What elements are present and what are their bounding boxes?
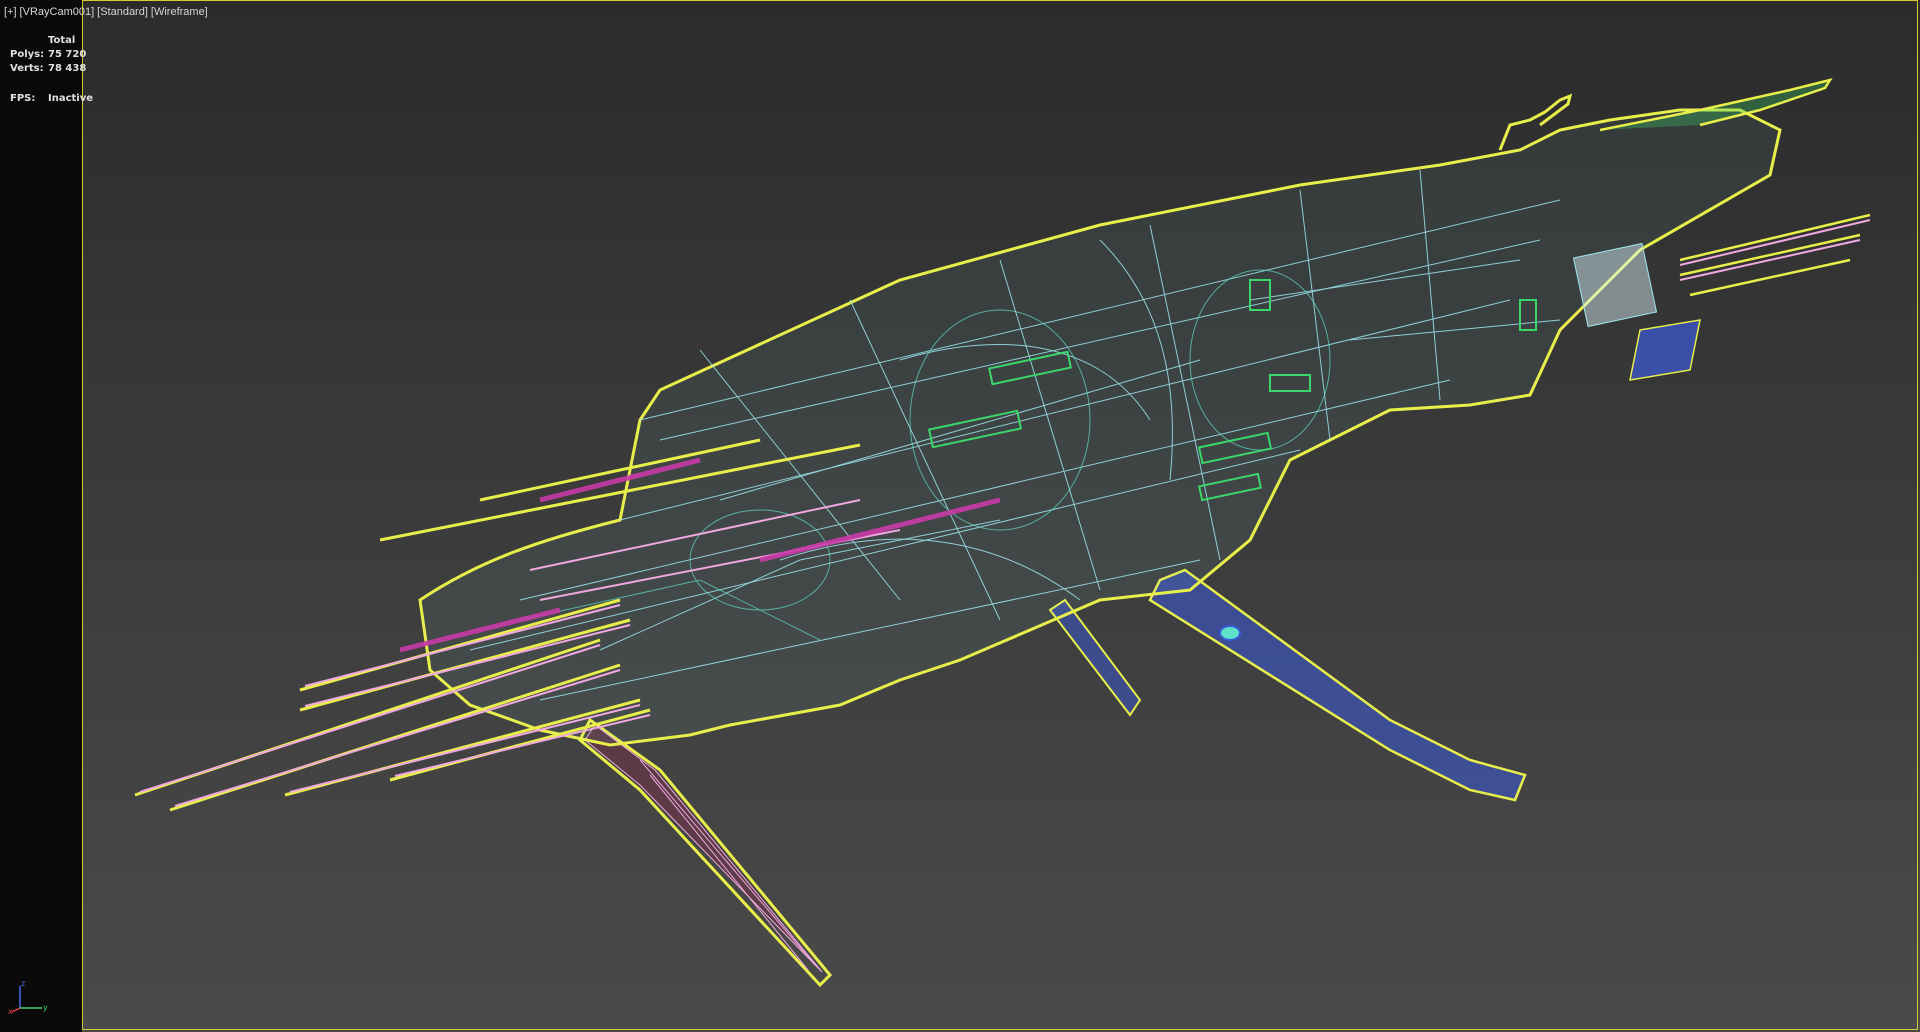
polys-label: Polys: bbox=[10, 49, 45, 60]
statistics-overlay: Total Polys: 75 720 Verts: 78 438 FPS: I… bbox=[10, 34, 93, 106]
wireframe-spaceship-model[interactable] bbox=[0, 0, 1920, 1032]
axis-z-label: z bbox=[21, 979, 25, 988]
verts-label: Verts: bbox=[10, 63, 44, 74]
viewport-3d[interactable]: [+] [VRayCam001] [Standard] [Wireframe] Tot… bbox=[0, 0, 1920, 1032]
viewport-camera-menu[interactable]: [VRayCam001] bbox=[20, 6, 95, 18]
front-landing-leg-right[interactable] bbox=[1148, 568, 1527, 802]
axis-y-label: y bbox=[43, 1003, 48, 1012]
viewport-label-menu[interactable]: [+] [VRayCam001] [Standard] [Wireframe] bbox=[4, 6, 211, 18]
viewport-shading-style-menu[interactable]: [Standard] bbox=[97, 6, 148, 18]
fps-value: Inactive bbox=[48, 93, 94, 104]
stats-header: Total bbox=[48, 35, 76, 46]
polys-value: 75 720 bbox=[48, 49, 87, 60]
viewport-display-mode-menu[interactable]: [Wireframe] bbox=[151, 6, 208, 18]
viewport-left-strip bbox=[0, 0, 82, 1032]
axis-x-label: x bbox=[8, 1007, 13, 1016]
viewport-general-menu[interactable]: [+] bbox=[4, 6, 17, 18]
rear-landing-leg[interactable] bbox=[578, 717, 833, 988]
axis-tripod-icon: z y x bbox=[8, 979, 48, 1016]
fps-label: FPS: bbox=[10, 93, 36, 104]
verts-value: 78 438 bbox=[48, 63, 87, 74]
